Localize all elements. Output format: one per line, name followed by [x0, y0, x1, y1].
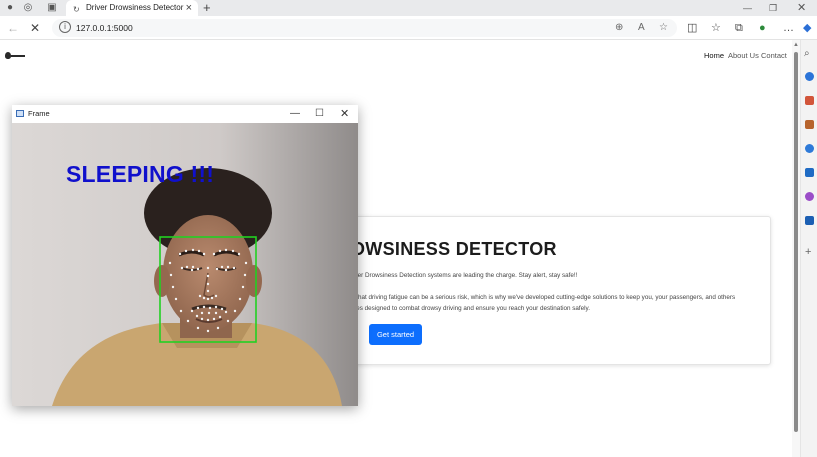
- page-scrollbar[interactable]: ▲: [792, 40, 800, 457]
- extension-icon[interactable]: ●: [759, 20, 766, 36]
- frame-close-icon[interactable]: ✕: [340, 105, 349, 123]
- restore-icon[interactable]: ❐: [769, 0, 777, 16]
- shopping-icon[interactable]: [805, 96, 814, 105]
- browser-tab[interactable]: ↻ Driver Drowsiness Detector ×: [66, 0, 198, 16]
- favorites-icon[interactable]: ☆: [711, 20, 721, 36]
- tab-actions-icon[interactable]: ▣: [46, 2, 58, 14]
- nav-about-link[interactable]: About Us: [728, 51, 759, 61]
- hero-description-line-2: rces designed to combat drowsy driving a…: [351, 305, 590, 312]
- stop-loading-icon[interactable]: ✕: [30, 20, 40, 36]
- read-aloud-icon[interactable]: A: [638, 21, 645, 35]
- more-menu-icon[interactable]: …: [783, 20, 794, 36]
- tab-title: Driver Drowsiness Detector: [86, 3, 184, 12]
- site-info-icon[interactable]: i: [59, 21, 71, 33]
- games-icon[interactable]: [805, 144, 814, 153]
- scroll-thumb[interactable]: [794, 52, 798, 432]
- browser-toolbar: ← ✕ i 127.0.0.1:5000 ⊕ A ☆ ◫ ☆ ⧉ ● … ◆: [0, 16, 817, 40]
- favorite-star-icon[interactable]: ☆: [659, 21, 668, 35]
- copilot-sidebar-icon[interactable]: [805, 72, 814, 81]
- frame-window-icon: [16, 110, 24, 117]
- frame-titlebar[interactable]: Frame — ☐ ✕: [12, 105, 358, 123]
- collections-icon[interactable]: ⧉: [735, 20, 743, 36]
- minimize-icon[interactable]: —: [743, 0, 752, 16]
- nav-home-link[interactable]: Home: [704, 51, 724, 61]
- zoom-icon[interactable]: ⊕: [615, 21, 623, 35]
- split-screen-icon[interactable]: ◫: [687, 20, 697, 36]
- tools-icon[interactable]: [805, 120, 814, 129]
- hero-tagline: river Drowsiness Detection systems are l…: [351, 272, 578, 279]
- outlook-icon[interactable]: [805, 168, 814, 177]
- frame-window[interactable]: Frame — ☐ ✕ SLEEPING !!!: [12, 105, 358, 406]
- frame-title: Frame: [28, 109, 50, 118]
- url-text: 127.0.0.1:5000: [76, 23, 133, 33]
- workspaces-icon[interactable]: ◎: [22, 2, 34, 14]
- drop-icon[interactable]: [805, 216, 814, 225]
- hero-title: OWSINESS DETECTOR: [351, 239, 557, 259]
- hero-card: OWSINESS DETECTOR river Drowsiness Detec…: [320, 216, 771, 365]
- add-sidebar-app-icon[interactable]: +: [805, 246, 811, 258]
- browser-sidebar: ⌕ +: [800, 40, 817, 457]
- new-tab-icon[interactable]: +: [203, 0, 211, 16]
- close-window-icon[interactable]: ✕: [797, 0, 806, 16]
- frame-maximize-icon[interactable]: ☐: [315, 105, 324, 123]
- frame-minimize-icon[interactable]: —: [290, 105, 300, 123]
- close-tab-icon[interactable]: ×: [186, 0, 192, 16]
- camera-feed: SLEEPING !!!: [12, 123, 358, 406]
- address-bar[interactable]: i 127.0.0.1:5000 ⊕ A ☆: [52, 19, 677, 37]
- site-logo[interactable]: [5, 52, 25, 60]
- drowsiness-status-text: SLEEPING !!!: [66, 161, 215, 187]
- browser-tab-bar: ● ◎ ▣ ↻ Driver Drowsiness Detector × + —…: [0, 0, 817, 16]
- site-navbar: Home About Us Contact: [0, 41, 792, 71]
- back-icon[interactable]: ←: [7, 20, 19, 36]
- nav-contact-link[interactable]: Contact: [761, 51, 787, 61]
- designer-icon[interactable]: [805, 192, 814, 201]
- scroll-up-icon[interactable]: ▲: [793, 42, 799, 48]
- get-started-button[interactable]: Get started: [369, 324, 422, 345]
- search-icon[interactable]: ⌕: [804, 48, 810, 59]
- copilot-icon[interactable]: ◆: [803, 20, 811, 36]
- profile-icon[interactable]: ●: [4, 2, 16, 14]
- hero-description-line-1: d that driving fatigue can be a serious …: [351, 294, 736, 301]
